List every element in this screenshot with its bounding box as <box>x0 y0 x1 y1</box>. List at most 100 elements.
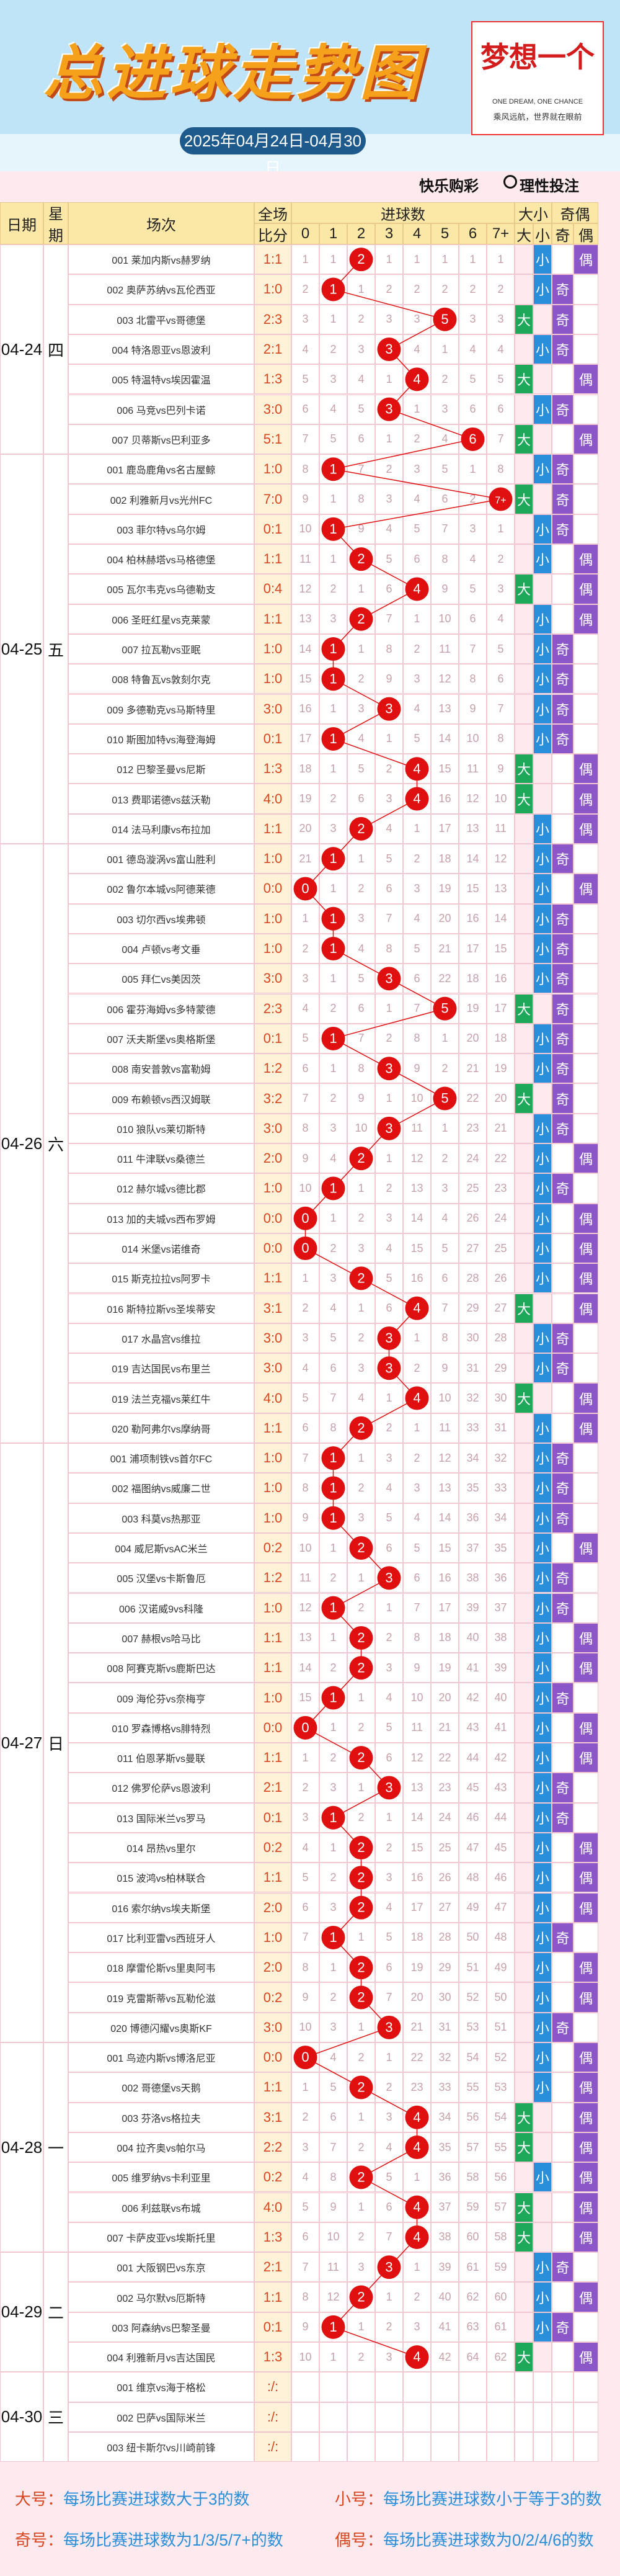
omission-count: 6 <box>386 2201 392 2214</box>
match-name: 014 昂热vs里尔 <box>68 1832 254 1863</box>
match-score: 1:1 <box>254 1863 291 1893</box>
goal-grid-cell: 3 <box>403 2312 431 2342</box>
big-cell <box>515 1323 533 1354</box>
match-name: 007 赫根vs哈马比 <box>68 1622 254 1653</box>
even-cell <box>574 723 598 754</box>
goal-grid-cell: 2 <box>347 664 375 694</box>
goal-grid-cell: 16 <box>431 784 459 814</box>
omission-count: 6 <box>414 1571 420 1584</box>
match-score: 1:3 <box>254 754 291 784</box>
odd-cell: 奇 <box>552 903 574 934</box>
omission-count: 6 <box>302 1421 309 1434</box>
goal-grid-cell <box>487 484 515 514</box>
omission-count: 12 <box>438 1451 451 1464</box>
match-name: 015 斯克拉拉vs阿罗卡 <box>68 1263 254 1294</box>
omission-count: 8 <box>469 672 476 685</box>
goal-grid-cell: 17 <box>291 723 319 754</box>
big-cell <box>515 1443 533 1474</box>
goal-grid-cell: 3 <box>347 903 375 934</box>
goal-grid-cell: 3 <box>319 604 347 634</box>
goal-grid-cell: 49 <box>459 1892 487 1923</box>
omission-count: 11 <box>411 1122 423 1135</box>
omission-count: 2 <box>358 2051 365 2064</box>
omission-count: 54 <box>494 2111 507 2124</box>
goal-grid-cell <box>319 1683 347 1713</box>
small-cell: 小 <box>533 1233 552 1264</box>
goal-grid-cell: 4 <box>291 1832 319 1863</box>
omission-count: 2 <box>414 1361 420 1374</box>
goal-grid-cell: 36 <box>431 2162 459 2193</box>
omission-count: 11 <box>327 2260 339 2273</box>
goal-grid-cell: 27 <box>459 1233 487 1264</box>
big-cell: 大 <box>515 2342 533 2373</box>
goal-grid-cell: 1 <box>375 1593 403 1623</box>
omission-count: 51 <box>494 2021 507 2034</box>
omission-count: 4 <box>358 732 365 745</box>
omission-count: 1 <box>441 342 448 356</box>
goal-grid-cell <box>375 964 403 994</box>
omission-count: 38 <box>438 2230 451 2243</box>
omission-count: 52 <box>494 2051 507 2064</box>
omission-count: 6 <box>358 432 365 445</box>
legend-odd-key: 奇号： <box>15 2531 64 2549</box>
goal-grid-cell: 2 <box>375 1832 403 1863</box>
even-cell: 偶 <box>574 1892 598 1923</box>
even-cell <box>574 1503 598 1533</box>
goal-grid-cell: 5 <box>375 544 403 575</box>
omission-count: 7 <box>441 522 448 535</box>
even-cell <box>574 1593 598 1623</box>
goal-grid-cell: 61 <box>459 2252 487 2283</box>
goal-grid-cell: 3 <box>487 304 515 334</box>
omission-count: 8 <box>358 1062 365 1075</box>
goal-grid-cell: 3 <box>459 514 487 544</box>
match-score: 0:0 <box>254 874 291 904</box>
omission-count: 25 <box>466 1181 479 1194</box>
match-score: 0:0 <box>254 1203 291 1233</box>
omission-count: 1 <box>414 2260 420 2273</box>
odd-cell: 奇 <box>552 1113 574 1143</box>
omission-count: 3 <box>358 1511 365 1524</box>
goal-grid-cell: 8 <box>431 1323 459 1354</box>
omission-count: 2 <box>358 2230 365 2243</box>
goal-grid-cell <box>291 1712 319 1743</box>
goal-grid-cell: 2 <box>403 2282 431 2312</box>
goal-grid-cell <box>347 1863 375 1893</box>
omission-count: 8 <box>330 2170 337 2183</box>
goal-grid-cell: 13 <box>403 1173 431 1204</box>
goal-grid-cell: 4 <box>375 1233 403 1264</box>
goal-grid-cell: 5 <box>375 1263 403 1294</box>
odd-cell: 奇 <box>552 1023 574 1054</box>
goal-grid-cell: 27 <box>431 1892 459 1923</box>
goal-grid-cell: 4 <box>403 903 431 934</box>
big-cell: 大 <box>515 2102 533 2132</box>
goal-grid-cell: 1 <box>347 574 375 604</box>
goal-grid-cell: 10 <box>431 604 459 634</box>
big-cell <box>515 1143 533 1174</box>
goal-grid-cell: 17 <box>431 1593 459 1623</box>
omission-count: 13 <box>494 882 507 895</box>
omission-count: 36 <box>438 2170 451 2183</box>
goal-grid-cell: 3 <box>375 1443 403 1474</box>
omission-count: 2 <box>469 282 476 295</box>
omission-count: 2 <box>441 1152 448 1165</box>
goal-grid-cell <box>347 1413 375 1443</box>
omission-count: 6 <box>302 1062 309 1075</box>
goal-grid-cell: 1 <box>347 1293 375 1323</box>
omission-count: 18 <box>410 1931 423 1944</box>
goal-grid-cell: 2 <box>319 1233 347 1264</box>
goal-grid-cell: 1 <box>403 2252 431 2283</box>
odd-cell <box>552 1743 574 1773</box>
omission-count: 45 <box>466 1781 479 1794</box>
goal-grid-cell <box>431 993 459 1024</box>
big-cell <box>515 1473 533 1503</box>
omission-count: 2 <box>330 1991 337 2004</box>
weekday-cell: 六 <box>43 844 68 1443</box>
goal-grid-cell: 13 <box>431 694 459 724</box>
omission-count: 1 <box>358 852 365 865</box>
big-cell <box>515 874 533 904</box>
small-cell <box>533 2372 552 2402</box>
omission-count: 6 <box>414 552 420 565</box>
big-cell <box>515 1233 533 1264</box>
goal-grid-cell <box>319 1593 347 1623</box>
goal-grid-cell: 52 <box>459 1982 487 2013</box>
